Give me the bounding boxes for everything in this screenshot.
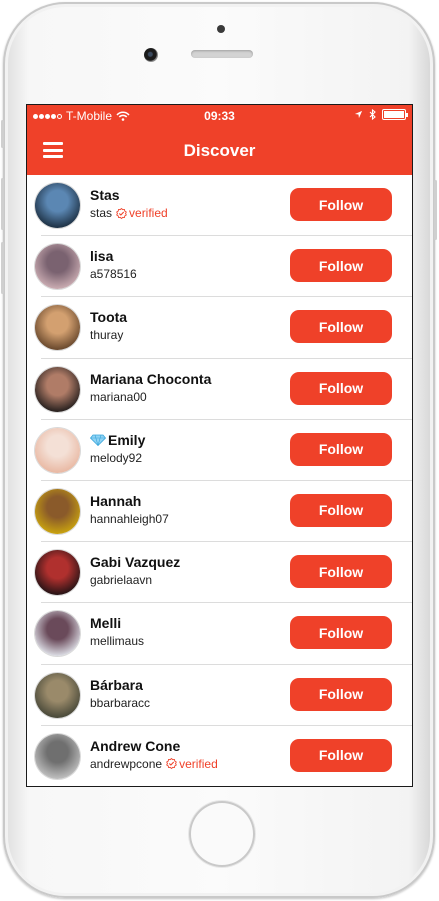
user-row[interactable]: Melli mellimaus Follow bbox=[27, 603, 412, 665]
follow-button[interactable]: Follow bbox=[290, 555, 392, 589]
app-screen: T-Mobile 09:33 Discover Stas stas verified… bbox=[27, 105, 412, 786]
user-name-text: Bárbara bbox=[90, 676, 143, 693]
user-avatar[interactable] bbox=[35, 305, 80, 351]
follow-button[interactable]: Follow bbox=[290, 310, 392, 344]
user-row[interactable]: Andrew Cone andrewpcone verified Follow bbox=[27, 726, 412, 786]
earpiece-speaker bbox=[191, 50, 253, 58]
user-name: Hannah bbox=[90, 493, 141, 509]
user-avatar[interactable] bbox=[35, 244, 80, 290]
user-name-text: Melli bbox=[90, 615, 122, 632]
user-avatar[interactable] bbox=[35, 488, 80, 534]
verified-label: verified bbox=[179, 756, 218, 771]
user-name-text: Gabi Vazquez bbox=[90, 554, 181, 571]
status-bar: T-Mobile 09:33 bbox=[27, 105, 412, 127]
page-title: Discover bbox=[183, 141, 256, 160]
mute-switch bbox=[1, 120, 4, 148]
user-avatar[interactable] bbox=[35, 427, 80, 473]
follow-button[interactable]: Follow bbox=[290, 371, 392, 405]
user-handle-line: melody92 bbox=[90, 451, 142, 465]
follow-button[interactable]: Follow bbox=[290, 677, 392, 711]
user-name-text: lisa bbox=[90, 248, 114, 265]
user-name-text: Mariana Choconta bbox=[90, 370, 212, 387]
user-row[interactable]: Hannah hannahleigh07 Follow bbox=[27, 481, 412, 543]
user-avatar[interactable] bbox=[35, 183, 80, 228]
battery-icon bbox=[382, 109, 408, 120]
user-row[interactable]: Gabi Vazquez gabrielaavn Follow bbox=[27, 542, 412, 604]
user-avatar[interactable] bbox=[35, 550, 80, 596]
follow-button[interactable]: Follow bbox=[290, 493, 392, 527]
user-handle-line: hannahleigh07 bbox=[90, 512, 169, 526]
user-row[interactable]: Emily melody92 Follow bbox=[27, 420, 412, 482]
location-arrow-icon bbox=[354, 110, 363, 119]
user-handle: thuray bbox=[90, 328, 124, 343]
home-button[interactable] bbox=[189, 801, 255, 867]
user-handle: a578516 bbox=[90, 267, 137, 282]
verified-label: verified bbox=[129, 206, 168, 220]
user-name: lisa bbox=[90, 248, 113, 264]
user-handle: hannahleigh07 bbox=[90, 511, 169, 526]
user-list: Stas stas verified Follow lisa a578516 Follow T… bbox=[27, 175, 412, 786]
user-handle: andrewpcone bbox=[90, 756, 163, 771]
user-name: Melli bbox=[90, 615, 121, 631]
user-handle: melody92 bbox=[90, 450, 143, 465]
user-name-text: Hannah bbox=[90, 492, 142, 509]
user-handle-line: thuray bbox=[90, 328, 123, 342]
user-handle: gabrielaavn bbox=[90, 573, 153, 588]
power-button bbox=[434, 180, 437, 240]
user-handle-line: andrewpcone verified bbox=[90, 757, 218, 771]
user-row[interactable]: Mariana Choconta mariana00 Follow bbox=[27, 359, 412, 420]
verified-badge: verified bbox=[116, 206, 168, 220]
user-handle: mariana00 bbox=[90, 389, 147, 404]
user-name: Andrew Cone bbox=[90, 738, 180, 754]
user-name-text: Toota bbox=[90, 309, 128, 326]
verified-check-icon bbox=[166, 758, 177, 770]
follow-button[interactable]: Follow bbox=[290, 249, 392, 283]
user-handle-line: mellimaus bbox=[90, 634, 144, 648]
user-handle: stas bbox=[90, 206, 113, 220]
user-name: Emily bbox=[89, 431, 146, 448]
user-name: Toota bbox=[90, 309, 127, 325]
user-row[interactable]: Bárbara bbarbaracc Follow bbox=[27, 665, 412, 726]
user-handle-line: stas verified bbox=[90, 206, 168, 220]
user-handle-line: bbarbaracc bbox=[90, 696, 150, 710]
user-avatar[interactable] bbox=[35, 366, 80, 412]
user-name-text: Emily bbox=[108, 431, 146, 448]
bluetooth-icon bbox=[369, 109, 376, 120]
user-row[interactable]: Toota thuray Follow bbox=[27, 297, 412, 359]
follow-button[interactable]: Follow bbox=[290, 738, 392, 772]
user-row[interactable]: Stas stas verified Follow bbox=[27, 175, 412, 237]
user-handle-line: mariana00 bbox=[90, 390, 147, 404]
user-handle-line: a578516 bbox=[90, 267, 137, 281]
user-row[interactable]: lisa a578516 Follow bbox=[27, 236, 412, 298]
user-handle-line: gabrielaavn bbox=[90, 573, 152, 587]
user-name: Gabi Vazquez bbox=[90, 554, 180, 570]
user-handle: mellimaus bbox=[90, 634, 145, 649]
user-avatar[interactable] bbox=[35, 672, 80, 718]
nav-bar: Discover bbox=[27, 127, 412, 175]
volume-down-button bbox=[1, 242, 4, 294]
verified-badge: verified bbox=[166, 757, 218, 771]
follow-button[interactable]: Follow bbox=[290, 432, 392, 466]
verified-check-icon bbox=[116, 207, 127, 219]
user-name: Bárbara bbox=[90, 677, 143, 693]
volume-up-button bbox=[1, 178, 4, 230]
user-name: Stas bbox=[90, 187, 120, 203]
user-name: Mariana Choconta bbox=[90, 371, 211, 387]
diamond-icon bbox=[89, 434, 107, 447]
follow-button[interactable]: Follow bbox=[290, 188, 392, 221]
user-avatar[interactable] bbox=[35, 611, 80, 657]
status-icons bbox=[354, 109, 408, 120]
user-handle: bbarbaracc bbox=[90, 695, 151, 710]
user-name-text: Stas bbox=[90, 187, 120, 203]
front-camera-icon bbox=[144, 48, 158, 62]
user-avatar[interactable] bbox=[35, 733, 80, 779]
follow-button[interactable]: Follow bbox=[290, 616, 392, 650]
user-name-text: Andrew Cone bbox=[90, 737, 181, 754]
proximity-sensor bbox=[217, 25, 225, 33]
